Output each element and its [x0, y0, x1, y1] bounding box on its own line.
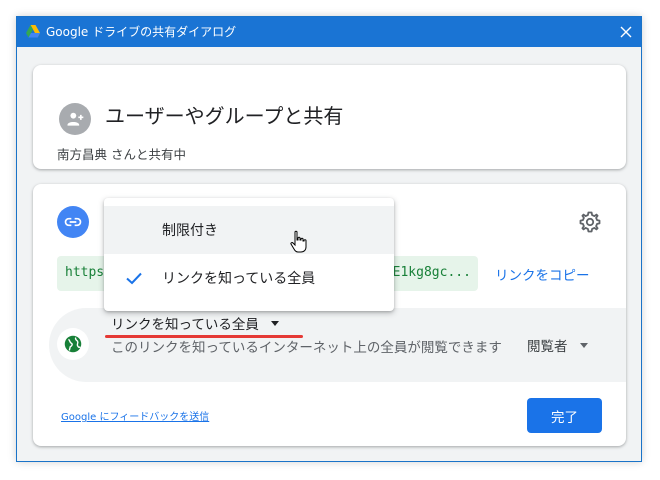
role-dropdown[interactable]: 閲覧者	[527, 335, 588, 355]
window-title: Google ドライブの共有ダイアログ	[46, 25, 237, 39]
link-icon	[57, 206, 89, 238]
feedback-link[interactable]: Google にフィードバックを送信	[61, 408, 209, 423]
general-access-row: リンクを知っている全員 このリンクを知っているインターネット上の全員が閲覧できま…	[49, 308, 626, 382]
google-drive-icon	[26, 25, 40, 38]
access-level-dropdown[interactable]: リンクを知っている全員	[111, 313, 279, 333]
share-owner-text: 南方昌典 さんと共有中	[57, 147, 186, 162]
done-button[interactable]: 完了	[527, 398, 602, 433]
menu-item-restricted[interactable]: 制限付き	[104, 206, 394, 254]
check-icon	[126, 272, 142, 285]
share-with-people-card: ユーザーやグループと共有 南方昌典 さんと共有中	[33, 65, 626, 169]
role-dropdown-arrow-icon	[579, 342, 588, 348]
person-add-icon	[59, 103, 91, 135]
gear-icon[interactable]	[578, 210, 602, 234]
share-title: ユーザーやグループと共有	[105, 104, 344, 128]
access-level-menu: 制限付き リンクを知っている全員	[104, 198, 394, 311]
globe-icon	[57, 328, 89, 360]
access-description: このリンクを知っているインターネット上の全員が閲覧できます	[111, 340, 502, 356]
access-level-value: リンクを知っている全員	[111, 317, 259, 333]
hand-pointer-icon	[290, 230, 307, 253]
close-button[interactable]	[611, 17, 641, 47]
menu-item-label: リンクを知っている全員	[162, 271, 316, 287]
title-bar: Google ドライブの共有ダイアログ	[17, 17, 641, 47]
role-value: 閲覧者	[527, 339, 568, 355]
copy-link-button[interactable]: リンクをコピー	[495, 264, 590, 284]
dropdown-arrow-icon	[270, 320, 279, 326]
menu-item-label: 制限付き	[162, 223, 218, 239]
menu-item-anyone-with-link[interactable]: リンクを知っている全員	[104, 254, 394, 302]
close-icon	[620, 26, 632, 38]
